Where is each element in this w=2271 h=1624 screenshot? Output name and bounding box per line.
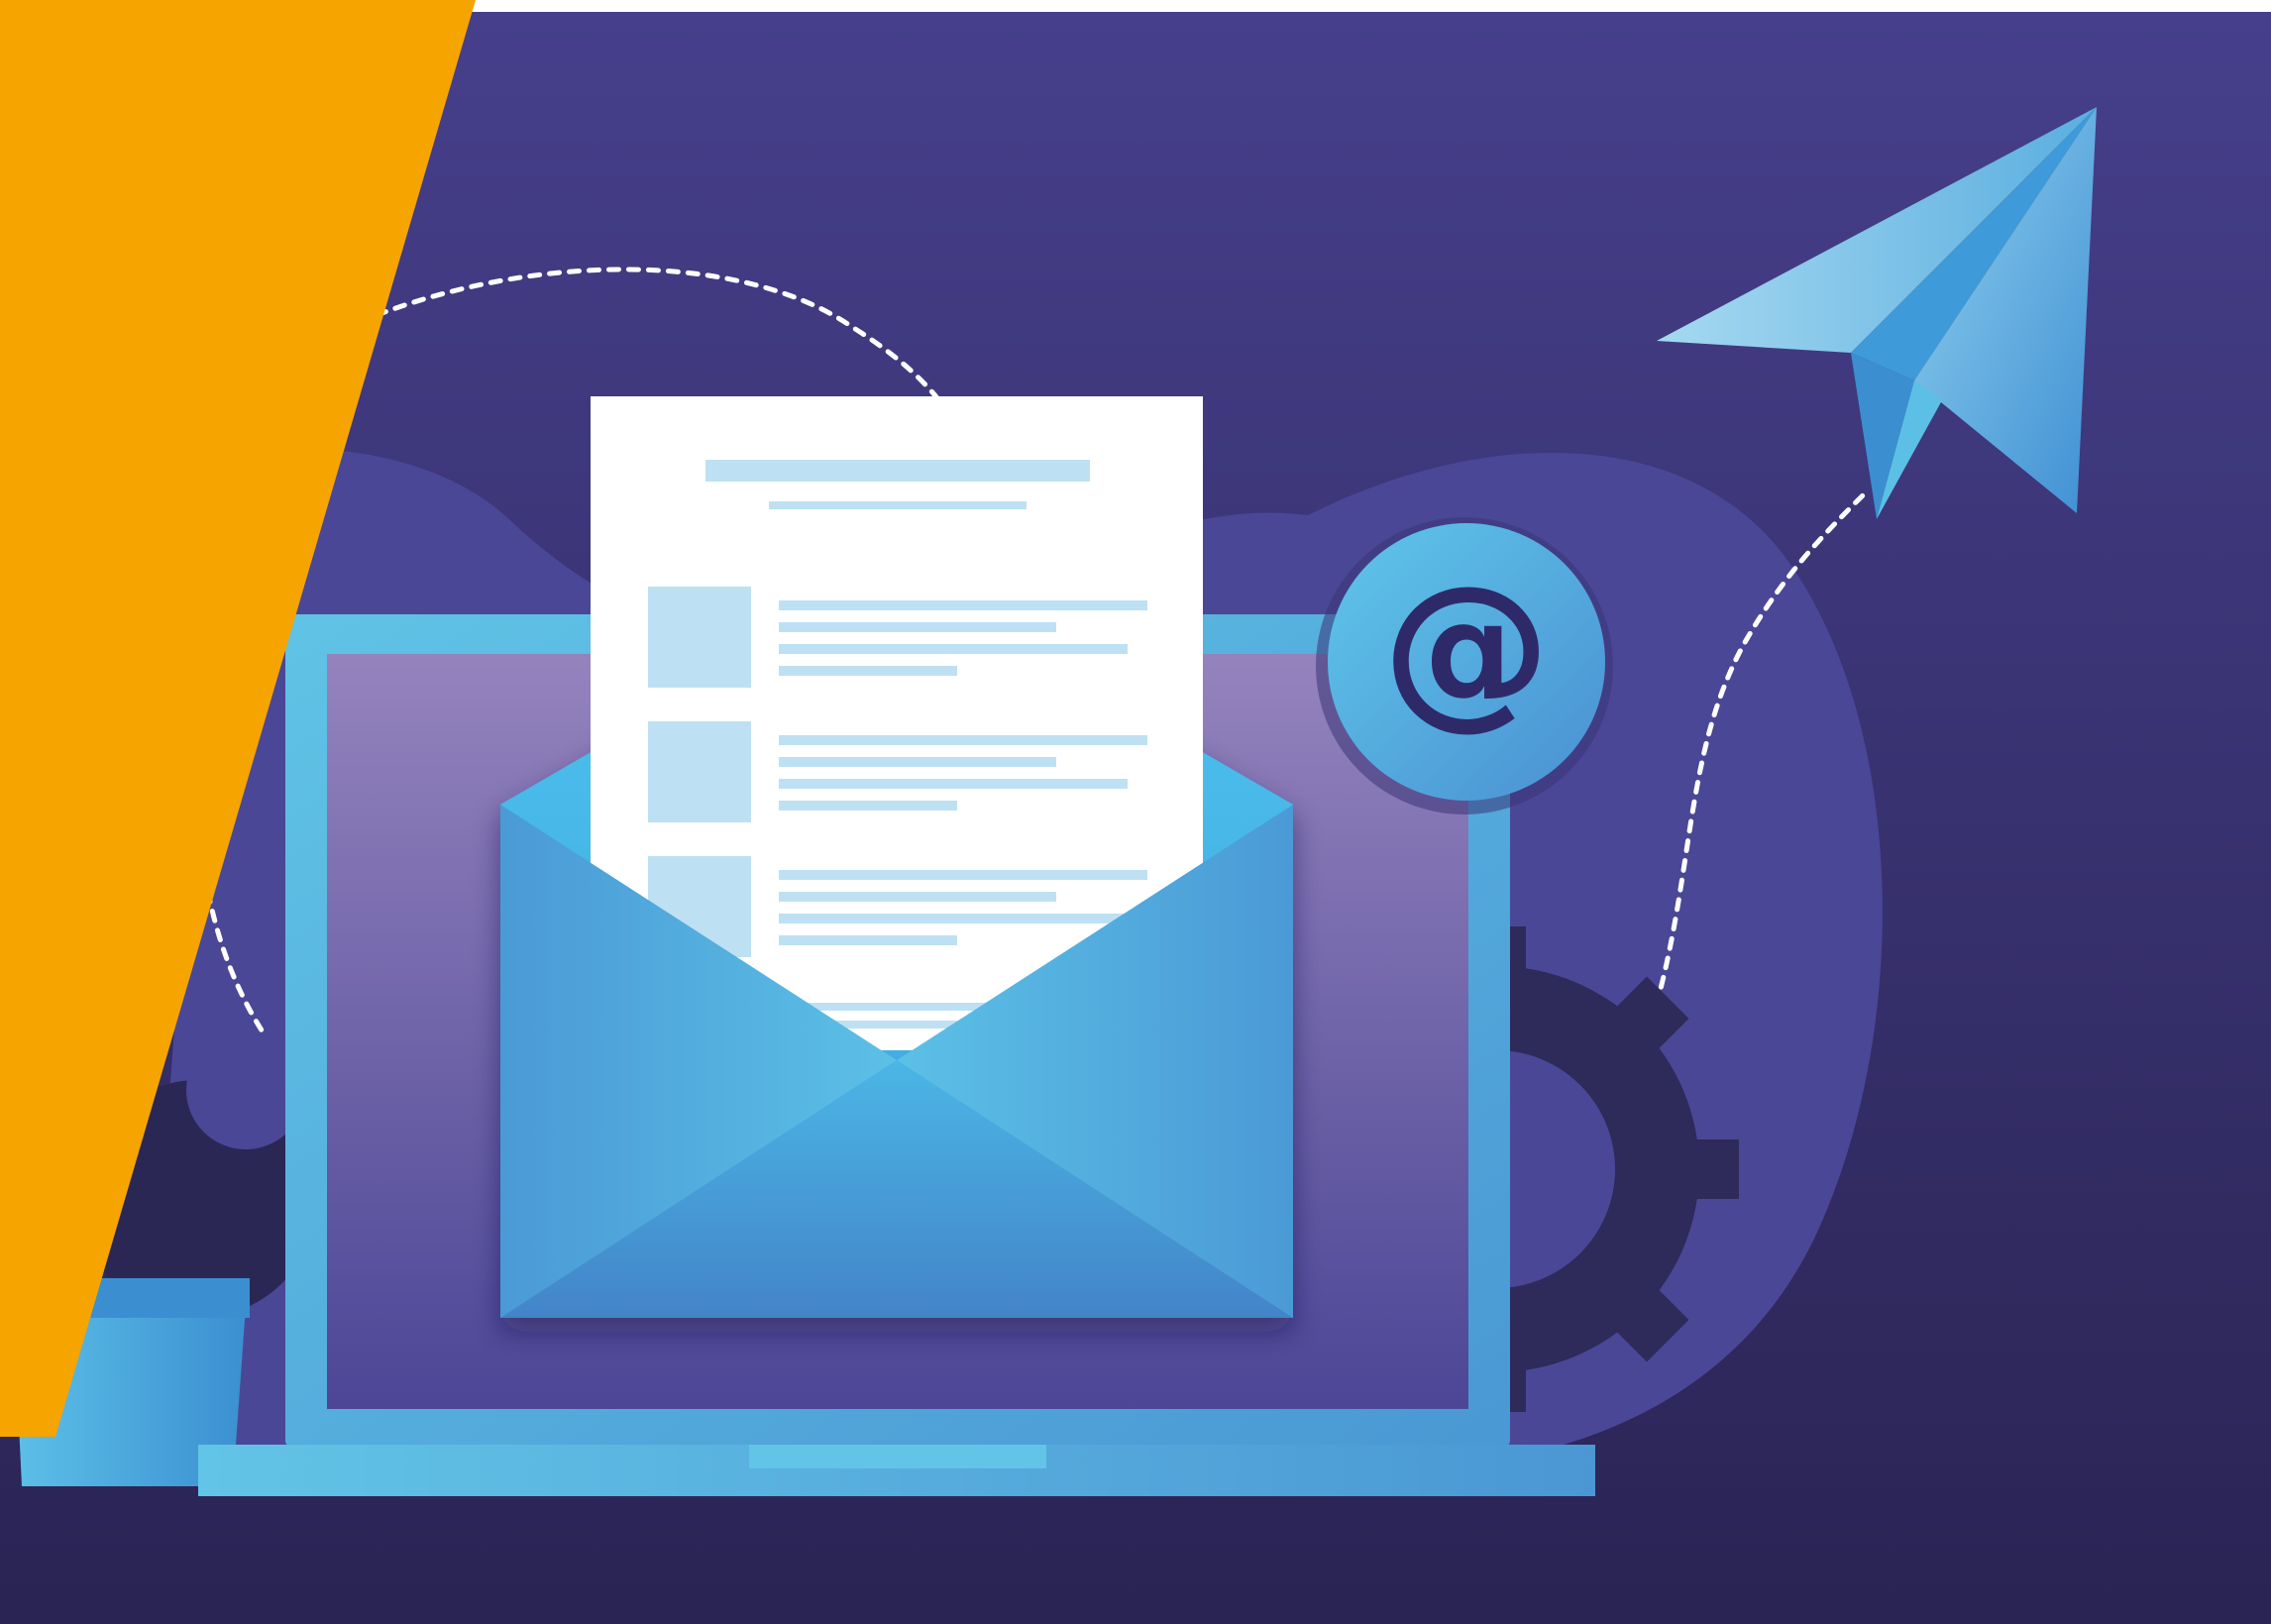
at-sign-icon: @ [1382,550,1551,746]
illustration-canvas: @ [0,0,2271,1624]
document-title-line [705,460,1090,482]
laptop-trackpad-notch [749,1445,1046,1468]
email-marketing-illustration: @ [0,0,2271,1624]
document-subtitle-line [769,501,1027,509]
at-badge: @ [1316,517,1613,814]
